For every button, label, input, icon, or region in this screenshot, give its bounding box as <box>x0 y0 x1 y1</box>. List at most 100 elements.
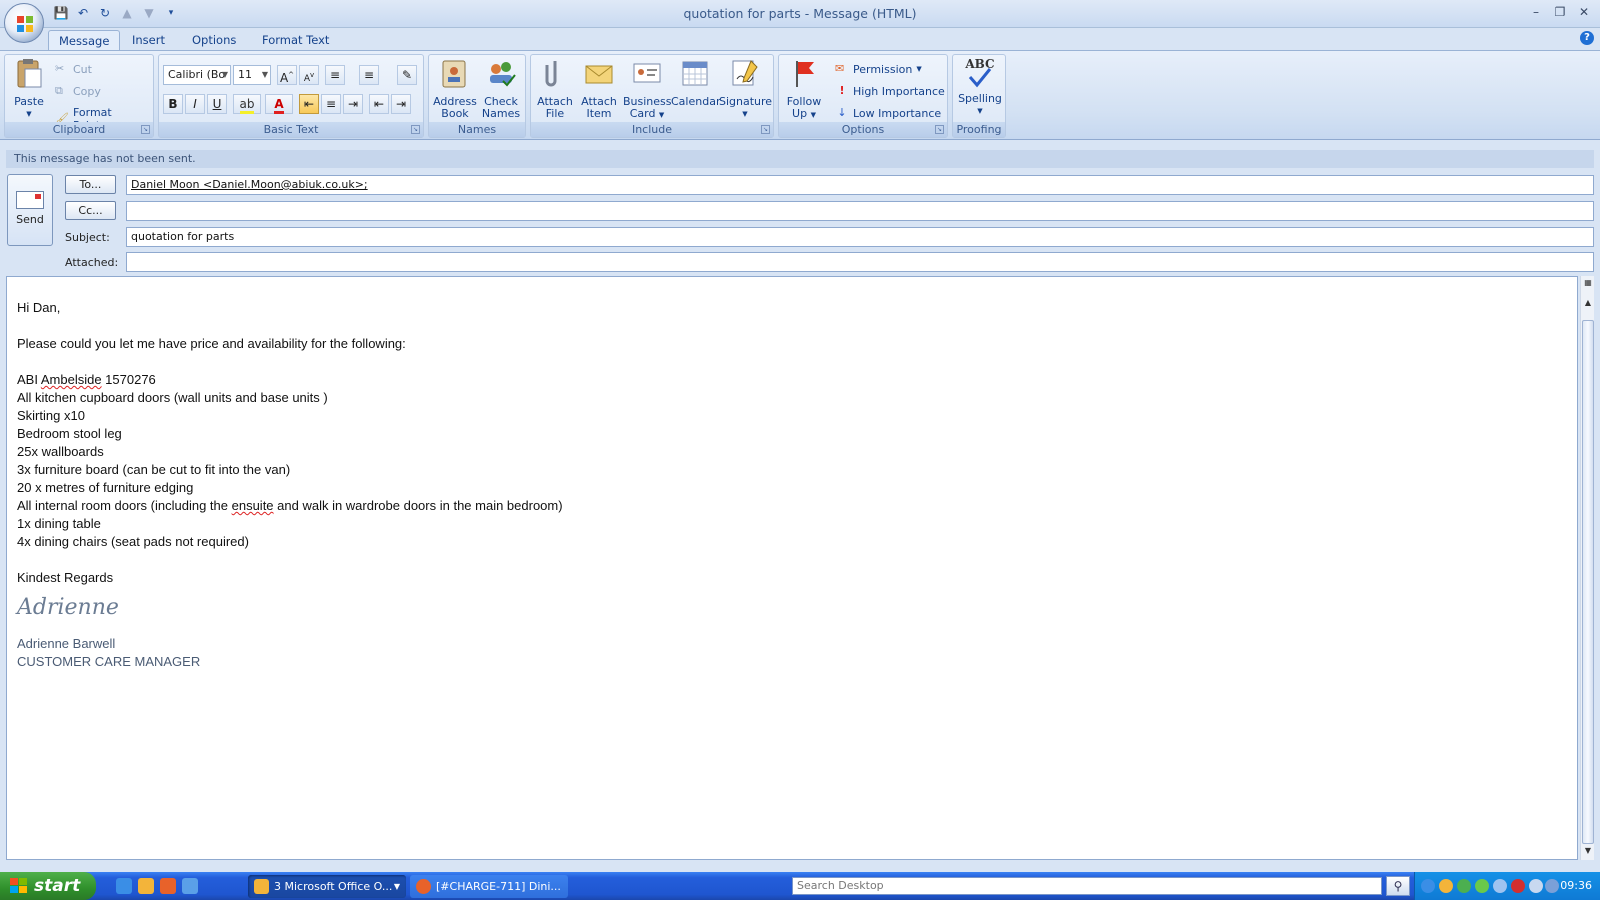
options-launcher-icon[interactable]: ↘ <box>935 125 944 134</box>
follow-up-button[interactable]: Follow Up ▼ <box>783 57 825 121</box>
to-field[interactable]: Daniel Moon <Daniel.Moon@abiuk.co.uk>; <box>126 175 1594 195</box>
italic-button[interactable]: I <box>185 94 205 114</box>
signature-icon <box>732 60 758 86</box>
basic-text-launcher-icon[interactable]: ↘ <box>411 125 420 134</box>
taskbar-task-outlook[interactable]: 3 Microsoft Office O... ▼ <box>248 875 406 898</box>
attached-label: Attached: <box>65 256 119 269</box>
misspelled-word[interactable]: Ambelside <box>41 372 102 387</box>
tab-options[interactable]: Options <box>182 30 246 50</box>
display-icon[interactable] <box>1529 879 1543 893</box>
flag-icon <box>796 61 814 87</box>
cc-button[interactable]: Cc... <box>65 201 116 220</box>
paste-button[interactable]: Paste ▼ <box>9 57 49 120</box>
business-card-label-2: Card ▼ <box>629 107 665 120</box>
paste-icon <box>17 59 42 88</box>
include-launcher-icon[interactable]: ↘ <box>761 125 770 134</box>
font-color-button[interactable]: A <box>265 94 293 114</box>
ribbon-tabs: Message Insert Options Format Text <box>0 28 1600 50</box>
bullets-button[interactable]: ≡ <box>325 65 345 85</box>
greeting-line: Hi Dan, <box>17 300 61 315</box>
send-label: Send <box>16 213 44 226</box>
scroll-thumb[interactable] <box>1582 320 1594 844</box>
close-icon[interactable]: ✕ <box>1576 4 1592 20</box>
minimize-icon[interactable]: – <box>1528 4 1544 20</box>
tab-insert[interactable]: Insert <box>122 30 175 50</box>
business-card-button[interactable]: Business Card ▼ <box>623 57 672 121</box>
scroll-down-icon[interactable]: ▼ <box>1582 846 1594 858</box>
address-book-button[interactable]: Address Book <box>433 57 477 120</box>
low-importance-button[interactable]: ↓ Low Importance <box>835 106 941 120</box>
body-scrollbar[interactable]: ▦ ▲ ▼ <box>1580 276 1594 860</box>
signature-dropdown-icon[interactable]: ▼ <box>719 108 771 120</box>
permission-icon: ✉ <box>835 62 845 75</box>
shrink-font-button[interactable]: Av <box>299 65 319 85</box>
start-button[interactable]: start <box>0 872 96 900</box>
underline-button[interactable]: U <box>207 94 227 114</box>
status-icon[interactable] <box>1475 879 1489 893</box>
attached-field[interactable] <box>126 252 1594 272</box>
highlight-button[interactable]: ab <box>233 94 261 114</box>
taskbar-task-firefox[interactable]: [#CHARGE-711] Dini... <box>410 875 568 898</box>
proofing-group: ABC Spelling ▼ Proofing <box>952 54 1006 138</box>
scissors-icon: ✂ <box>55 62 65 75</box>
misspelled-word[interactable]: ensuite <box>232 498 274 513</box>
font-name-combo[interactable]: Calibri (Bo ▼ <box>163 65 231 85</box>
outlook-tray-icon[interactable] <box>1439 879 1453 893</box>
align-left-button[interactable]: ⇤ <box>299 94 319 114</box>
decrease-indent-button[interactable]: ⇤ <box>369 94 389 114</box>
ruler-toggle-icon[interactable]: ▦ <box>1582 278 1594 290</box>
cc-field[interactable] <box>126 201 1594 221</box>
grow-font-button[interactable]: A^ <box>277 65 297 85</box>
desktop-icon[interactable] <box>182 878 198 894</box>
cut-button[interactable]: ✂ Cut <box>55 62 92 76</box>
network-icon[interactable] <box>1457 879 1471 893</box>
attach-item-button[interactable]: Attach Item <box>577 57 621 120</box>
chevron-down-icon: ▼ <box>221 70 228 79</box>
office-button[interactable] <box>4 3 44 43</box>
spelling-dropdown-icon[interactable]: ▼ <box>955 105 1005 117</box>
tray-arrow-icon[interactable] <box>1421 879 1435 893</box>
search-icon[interactable]: ⚲ <box>1386 876 1410 896</box>
internet-explorer-icon[interactable] <box>116 878 132 894</box>
permission-button[interactable]: ✉ Permission ▼ <box>835 62 922 76</box>
firefox-icon[interactable] <box>160 878 176 894</box>
spelling-icon: ABC <box>964 57 996 89</box>
check-names-button[interactable]: Check Names <box>479 57 523 120</box>
high-importance-button[interactable]: ! High Importance <box>835 84 944 98</box>
message-body[interactable]: Hi Dan, Please could you let me have pri… <box>6 276 1578 860</box>
copy-button[interactable]: ⧉ Copy <box>55 84 101 98</box>
volume-icon[interactable] <box>1545 879 1559 893</box>
restore-icon[interactable]: ❐ <box>1552 4 1568 20</box>
send-button[interactable]: Send <box>7 174 53 246</box>
paste-dropdown-icon[interactable]: ▼ <box>9 108 49 120</box>
help-icon[interactable]: ? <box>1580 31 1594 45</box>
intro-line: Please could you let me have price and a… <box>17 336 406 351</box>
signature-button[interactable]: Signature ▼ <box>719 57 772 120</box>
messenger-icon[interactable] <box>1493 879 1507 893</box>
scroll-up-icon[interactable]: ▲ <box>1582 298 1594 310</box>
styles-button[interactable]: ✎ <box>397 65 417 85</box>
calendar-button[interactable]: Calendar <box>671 57 721 108</box>
tab-format-text[interactable]: Format Text <box>252 30 339 50</box>
desktop-search-input[interactable]: Search Desktop <box>792 877 1382 895</box>
spelling-button[interactable]: ABC Spelling ▼ <box>955 57 1005 117</box>
attach-file-button[interactable]: Attach File <box>533 57 577 120</box>
font-size-combo[interactable]: 11 ▼ <box>233 65 271 85</box>
subject-field[interactable]: quotation for parts <box>126 227 1594 247</box>
align-center-button[interactable]: ≡ <box>321 94 341 114</box>
permission-label: Permission <box>853 62 913 76</box>
clipboard-launcher-icon[interactable]: ↘ <box>141 125 150 134</box>
numbering-button[interactable]: ≡ <box>359 65 379 85</box>
tab-message[interactable]: Message <box>48 30 121 50</box>
bold-button[interactable]: B <box>163 94 183 114</box>
to-button[interactable]: To... <box>65 175 116 194</box>
outlook-icon[interactable] <box>138 878 154 894</box>
to-recipient[interactable]: Daniel Moon <Daniel.Moon@abiuk.co.uk>; <box>131 178 368 191</box>
antivirus-icon[interactable] <box>1511 879 1525 893</box>
list-item: 25x wallboards <box>17 444 104 459</box>
increase-indent-button[interactable]: ⇥ <box>391 94 411 114</box>
calendar-label: Calendar <box>671 95 721 108</box>
align-right-button[interactable]: ⇥ <box>343 94 363 114</box>
spelling-label: Spelling <box>958 92 1002 105</box>
list-item: Bedroom stool leg <box>17 426 122 441</box>
